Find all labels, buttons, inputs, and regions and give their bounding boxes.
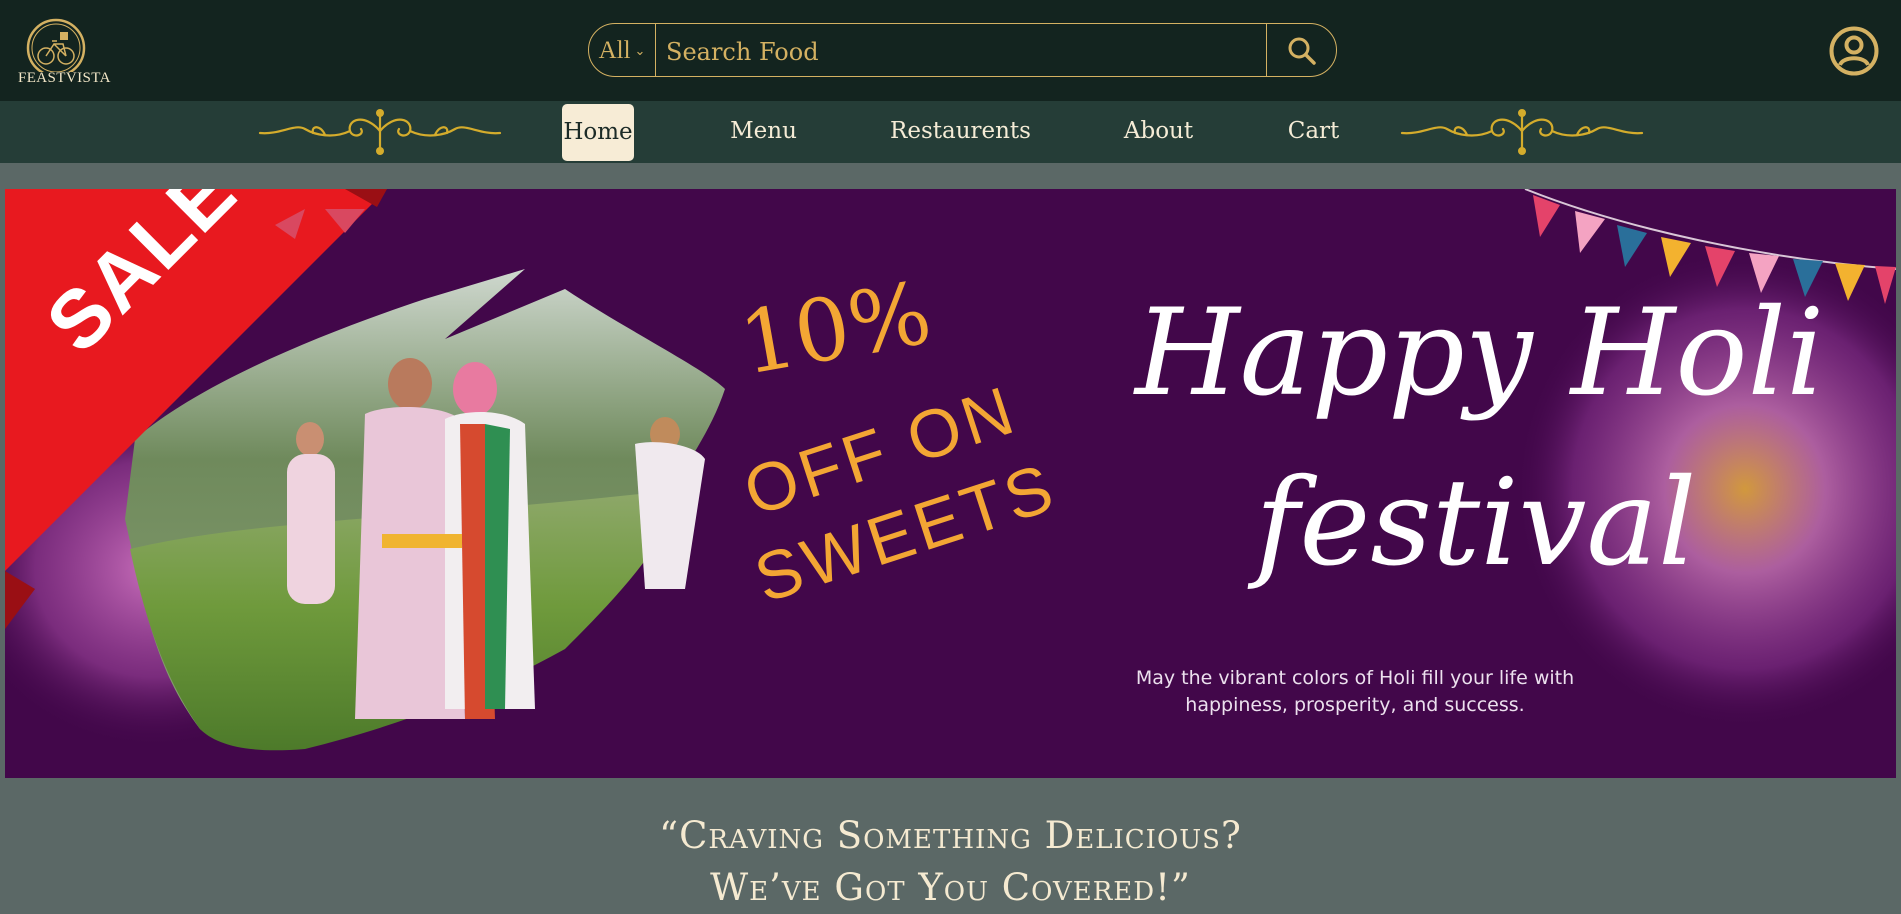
nav-restaurents[interactable]: Restaurents	[888, 103, 1033, 159]
nav-about[interactable]: About	[1121, 103, 1196, 159]
holi-title-line2: festival	[1255, 454, 1697, 593]
ornament-icon	[258, 109, 502, 155]
promo-banner[interactable]: SALE 10% OFF ON SWEETS Happy Holi festiv…	[5, 189, 1896, 778]
main-nav: Home Menu Restaurents About Cart	[0, 101, 1901, 163]
nav-home[interactable]: Home	[562, 104, 634, 161]
tagline-line2: We’ve Got You Covered!”	[710, 866, 1191, 909]
holi-message-line1: May the vibrant colors of Holi fill your…	[1135, 667, 1575, 689]
holi-message-line2: happiness, prosperity, and success.	[1185, 694, 1525, 716]
brand-name: FEASTVISTA	[18, 70, 111, 86]
search-input[interactable]	[664, 36, 1248, 68]
search-bar: All ⌄	[588, 23, 1337, 77]
nav-menu[interactable]: Menu	[726, 103, 801, 159]
ornament-icon	[1400, 109, 1644, 155]
tagline: “Craving Something Delicious? We’ve Got …	[0, 810, 1901, 914]
chevron-down-icon: ⌄	[634, 43, 646, 58]
holi-title-line1: Happy Holi	[1135, 284, 1825, 423]
nav-cart[interactable]: Cart	[1285, 103, 1342, 159]
tagline-line1: “Craving Something Delicious?	[659, 814, 1242, 857]
search-button[interactable]	[1266, 24, 1336, 76]
search-category-label: All	[598, 37, 631, 64]
search-icon	[1288, 37, 1316, 65]
user-circle-icon[interactable]	[1829, 26, 1879, 76]
top-bar: FEASTVISTA All ⌄	[0, 0, 1901, 101]
search-category-select[interactable]: All ⌄	[589, 24, 656, 76]
